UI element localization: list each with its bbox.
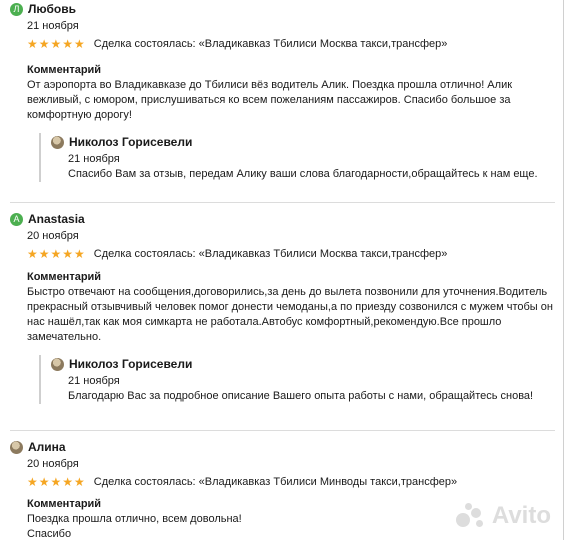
avatar[interactable] — [51, 357, 64, 371]
avatar[interactable]: Л — [10, 2, 23, 16]
avatar[interactable]: A — [10, 212, 23, 226]
deal-info: Сделка состоялась: «Владикавказ Тбилиси … — [93, 248, 448, 260]
review-date: 21 ноября — [27, 20, 79, 32]
avito-logo-icon — [455, 503, 486, 529]
author-name[interactable]: Алина — [28, 440, 66, 454]
seller-reply: Николоз Горисевели 21 ноября Благодарю В… — [39, 355, 555, 404]
divider — [10, 202, 555, 203]
rating-stars: ★★★★★ — [27, 37, 86, 51]
deal-info: Сделка состоялась: «Владикавказ Тбилиси … — [93, 476, 458, 488]
author-name[interactable]: Любовь — [28, 2, 76, 16]
reviews-panel: Л Любовь 21 ноября ★★★★★ Сделка состояла… — [2, 0, 564, 540]
comment-label: Комментарий — [27, 271, 102, 283]
rating-stars: ★★★★★ — [27, 475, 86, 489]
divider — [10, 430, 555, 431]
review-2: A Anastasia 20 ноября ★★★★★ Сделка состо… — [10, 210, 555, 404]
seller-reply: Николоз Горисевели 21 ноября Спасибо Вам… — [39, 133, 555, 182]
avatar[interactable] — [10, 440, 23, 454]
comment-text: От аэропорта во Владикавказе до Тбилиси … — [27, 79, 513, 121]
reply-text: Благодарю Вас за подробное описание Ваше… — [68, 390, 534, 402]
author-name[interactable]: Anastasia — [28, 212, 85, 226]
deal-info: Сделка состоялась: «Владикавказ Тбилиси … — [93, 38, 448, 50]
reply-date: 21 ноября — [68, 153, 120, 165]
reply-author[interactable]: Николоз Горисевели — [69, 357, 192, 371]
review-date: 20 ноября — [27, 230, 79, 242]
avatar[interactable] — [51, 135, 64, 149]
comment-text: Быстро отвечают на сообщения,договорилис… — [27, 286, 553, 343]
reply-date: 21 ноября — [68, 375, 120, 387]
avito-watermark: Avito — [455, 502, 551, 530]
reply-author[interactable]: Николоз Горисевели — [69, 135, 192, 149]
watermark-text: Avito — [491, 502, 551, 529]
rating-stars: ★★★★★ — [27, 247, 86, 261]
reply-text: Спасибо Вам за отзыв, передам Алику ваши… — [68, 168, 538, 180]
review-1: Л Любовь 21 ноября ★★★★★ Сделка состояла… — [10, 0, 555, 182]
review-date: 20 ноября — [27, 458, 79, 470]
comment-label: Комментарий — [27, 64, 102, 76]
